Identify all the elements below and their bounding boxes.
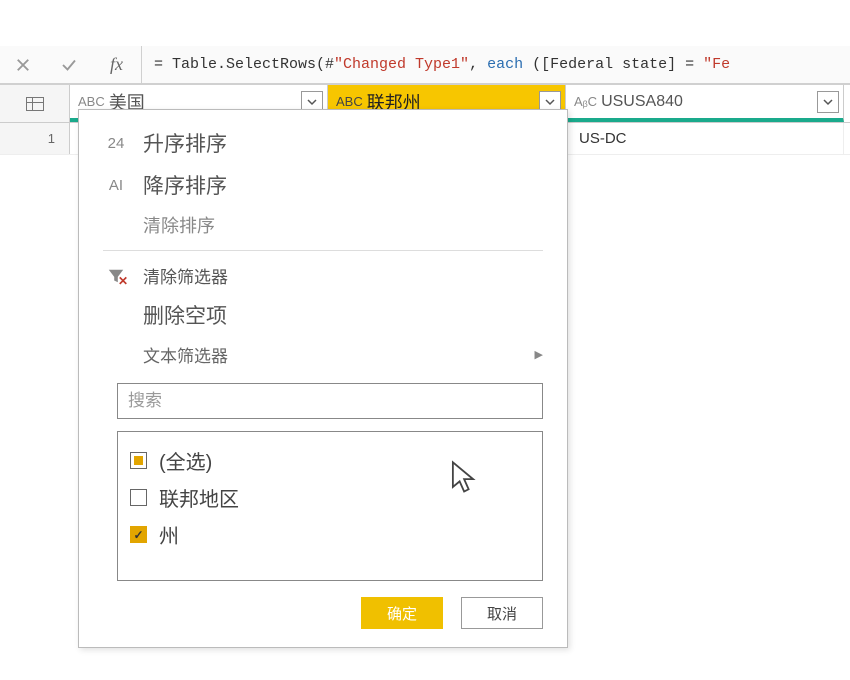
cell-code[interactable]: US-DC [566,123,844,154]
checkbox-unchecked[interactable] [130,489,147,506]
checkbox-checked[interactable] [130,526,147,543]
option-label: 联邦地区 [159,483,239,512]
filter-option-select-all[interactable]: (全选) [130,442,530,479]
sort-descending-item[interactable]: AI 降序排序 [79,164,567,206]
chevron-down-icon [823,97,833,107]
chevron-right-icon: ▶ [535,348,543,361]
cancel-button[interactable]: 取消 [461,597,543,629]
column-header-code[interactable]: AᵦC USUSA840 [566,85,844,122]
type-text-icon: ABC [78,94,105,109]
data-grid: ABC 美国 ABC 联邦州 AᵦC USUSA840 1 D US-DC [0,84,850,155]
menu-label: 降序排序 [143,170,227,200]
row-index-cell: 1 [0,123,70,154]
clear-filter-item[interactable]: ✕ 清除筛选器 [79,257,567,294]
sort-ascending-item[interactable]: 24 升序排序 [79,122,567,164]
menu-label: 文本筛选器 [143,342,228,367]
chevron-down-icon [307,97,317,107]
option-label: (全选) [159,446,212,475]
type-text-icon: ABC [336,94,363,109]
menu-label: 清除筛选器 [143,263,228,288]
filter-option[interactable]: 州 [130,516,530,553]
menu-label: 升序排序 [143,128,227,158]
option-label: 州 [159,520,179,549]
formula-input[interactable]: = Table.SelectRows(#"Changed Type1", eac… [142,56,850,73]
filter-search-input[interactable] [117,383,543,419]
check-icon [60,56,78,74]
cancel-formula-button[interactable] [0,46,46,83]
filter-option[interactable]: 联邦地区 [130,479,530,516]
table-icon [26,97,44,111]
text-filters-submenu[interactable]: 文本筛选器 ▶ [79,336,567,373]
column-name: USUSA840 [601,93,683,111]
sort-desc-icon: AI [103,177,129,194]
formula-bar: fx = Table.SelectRows(#"Changed Type1", … [0,46,850,84]
menu-label: 清除排序 [143,212,215,238]
chevron-down-icon [545,97,555,107]
close-icon [14,56,32,74]
filter-dropdown: 24 升序排序 AI 降序排序 清除排序 ✕ 清除筛选器 删除空项 文本筛选器 … [78,109,568,648]
type-text-icon: AᵦC [574,94,597,109]
clear-sort-item: 清除排序 [79,206,567,244]
menu-label: 删除空项 [143,300,227,330]
checkbox-indeterminate[interactable] [130,452,147,469]
commit-formula-button[interactable] [46,46,92,83]
filter-values-list: (全选) 联邦地区 州 [117,431,543,581]
row-index-header[interactable] [0,85,70,122]
sort-asc-icon: 24 [103,135,129,152]
fx-label: fx [92,46,142,83]
column-filter-toggle[interactable] [817,91,839,113]
clear-filter-icon: ✕ [103,267,129,285]
remove-empty-item[interactable]: 删除空项 [79,294,567,336]
ok-button[interactable]: 确定 [361,597,443,629]
